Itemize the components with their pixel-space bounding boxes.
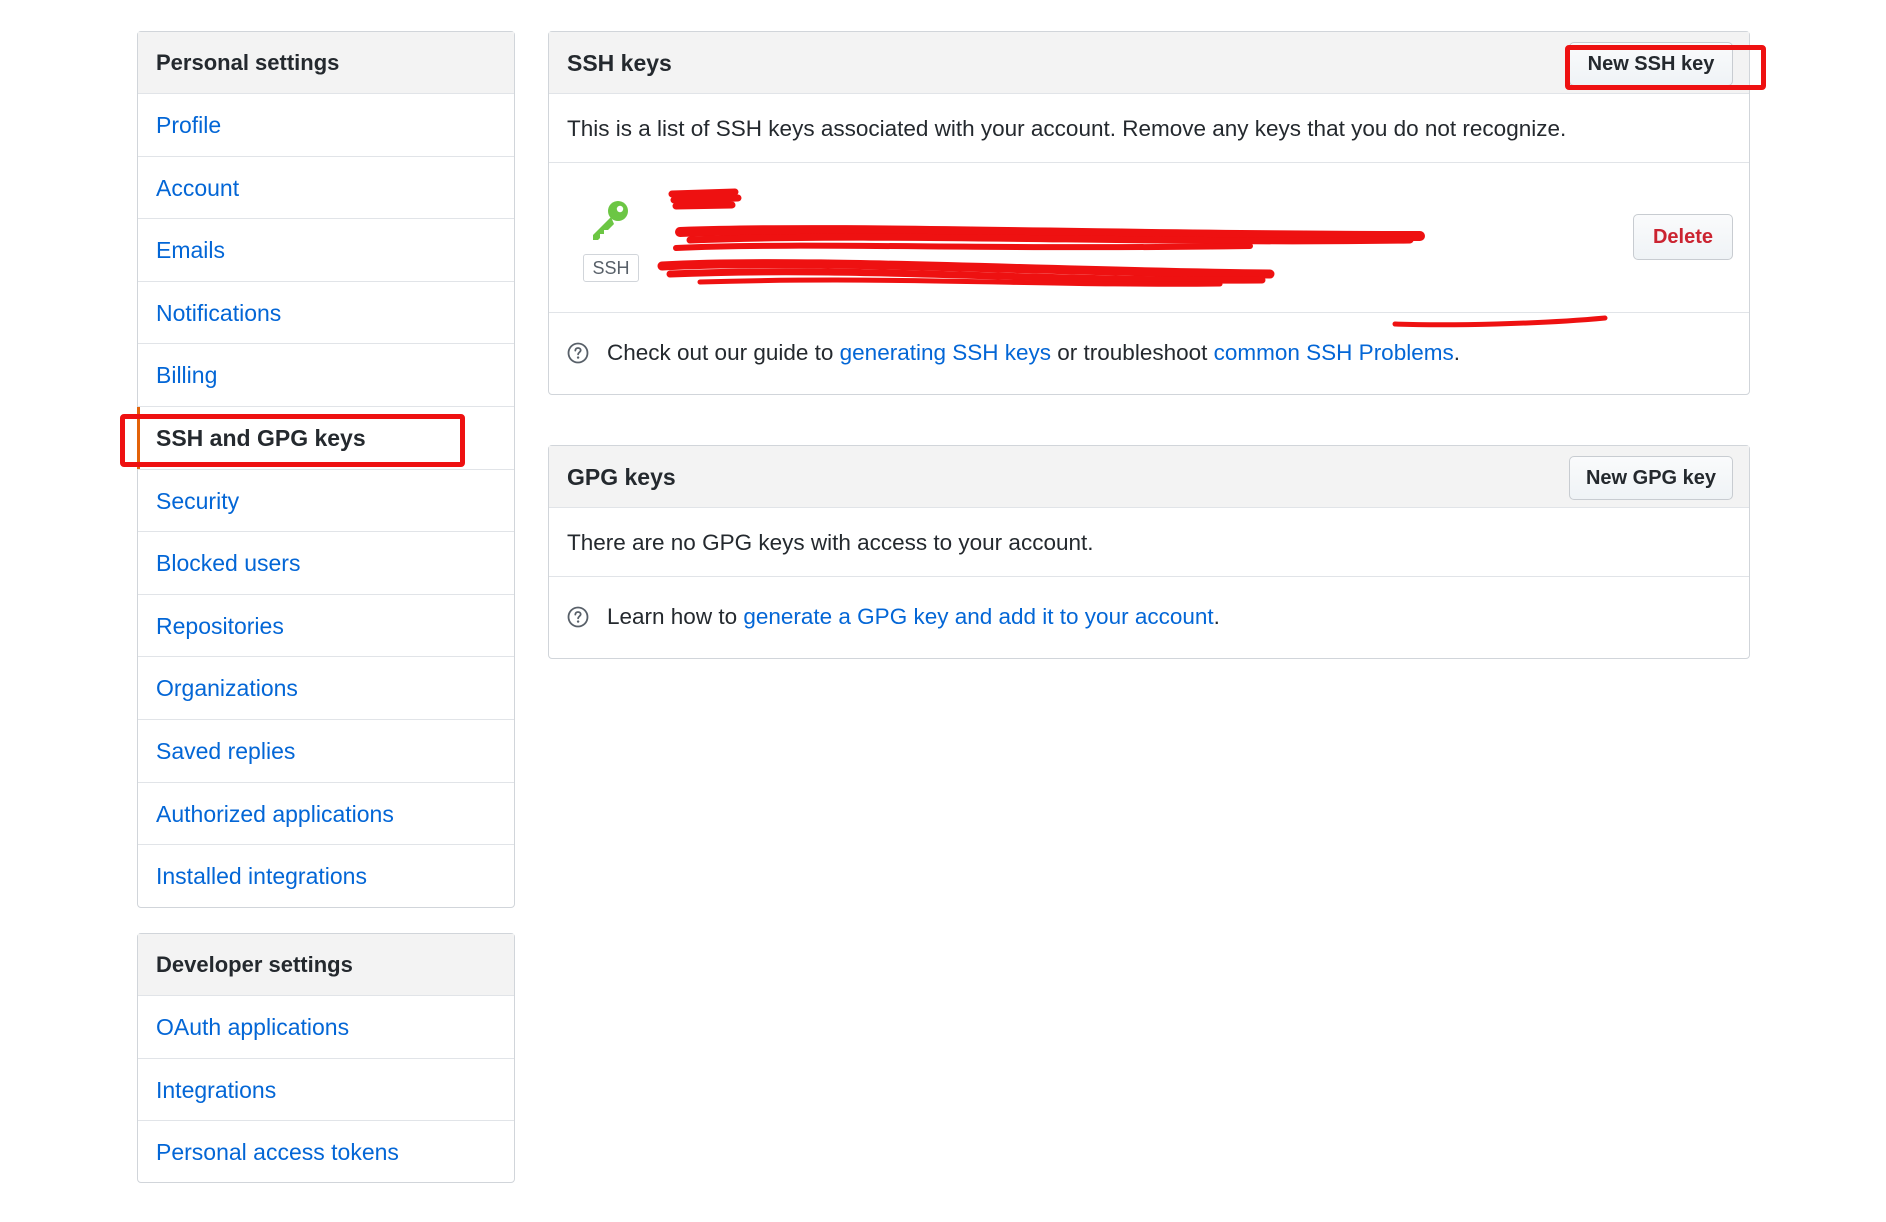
gpg-keys-help-row: Learn how to generate a GPG key and add … bbox=[549, 577, 1749, 658]
ssh-help-prefix: Check out our guide to bbox=[607, 340, 840, 365]
personal-settings-heading: Personal settings bbox=[138, 32, 514, 94]
ssh-keys-intro-text: This is a list of SSH keys associated wi… bbox=[567, 116, 1567, 141]
key-icon bbox=[593, 201, 628, 240]
common-ssh-problems-link[interactable]: common SSH Problems bbox=[1214, 340, 1454, 365]
generate-gpg-key-link[interactable]: generate a GPG key and add it to your ac… bbox=[743, 604, 1213, 629]
ssh-keys-title: SSH keys bbox=[567, 50, 672, 76]
sidebar-item-repositories[interactable]: Repositories bbox=[138, 595, 514, 658]
developer-settings-heading: Developer settings bbox=[138, 934, 514, 996]
ssh-help-middle: or troubleshoot bbox=[1051, 340, 1214, 365]
gpg-keys-panel: GPG keys New GPG key There are no GPG ke… bbox=[548, 445, 1750, 659]
sidebar-item-personal-access-tokens[interactable]: Personal access tokens bbox=[138, 1121, 514, 1184]
generating-ssh-keys-link[interactable]: generating SSH keys bbox=[840, 340, 1051, 365]
sidebar-item-installed-integrations[interactable]: Installed integrations bbox=[138, 845, 514, 908]
gpg-keys-help-text: Learn how to generate a GPG key and add … bbox=[567, 577, 1220, 657]
sidebar-item-blocked-users[interactable]: Blocked users bbox=[138, 532, 514, 595]
new-ssh-key-button[interactable]: New SSH key bbox=[1569, 42, 1733, 86]
ssh-help-suffix: . bbox=[1453, 340, 1460, 365]
ssh-keys-help-text: Check out our guide to generating SSH ke… bbox=[567, 313, 1460, 393]
gpg-keys-empty-row: There are no GPG keys with access to you… bbox=[549, 508, 1749, 577]
gpg-help-suffix: . bbox=[1213, 604, 1220, 629]
sidebar-item-security[interactable]: Security bbox=[138, 470, 514, 533]
sidebar-item-saved-replies[interactable]: Saved replies bbox=[138, 720, 514, 783]
sidebar-item-billing[interactable]: Billing bbox=[138, 344, 514, 407]
delete-ssh-key-button[interactable]: Delete bbox=[1633, 214, 1733, 260]
personal-settings-menu: Personal settings Profile Account Emails… bbox=[137, 31, 515, 908]
new-gpg-key-button[interactable]: New GPG key bbox=[1569, 456, 1733, 500]
ssh-keys-help-row: Check out our guide to generating SSH ke… bbox=[549, 313, 1749, 393]
sidebar-item-ssh-and-gpg-keys[interactable]: SSH and GPG keys bbox=[137, 406, 514, 470]
sidebar-item-emails[interactable]: Emails bbox=[138, 219, 514, 282]
ssh-keys-panel: SSH keys New SSH key This is a list of S… bbox=[548, 31, 1750, 395]
sidebar-item-profile[interactable]: Profile bbox=[138, 94, 514, 157]
ssh-keys-intro-row: This is a list of SSH keys associated wi… bbox=[549, 94, 1749, 163]
sidebar-item-integrations[interactable]: Integrations bbox=[138, 1059, 514, 1122]
ssh-keys-header: SSH keys New SSH key bbox=[549, 32, 1749, 94]
ssh-key-type-badge: SSH bbox=[583, 254, 639, 282]
sidebar-item-authorized-applications[interactable]: Authorized applications bbox=[138, 783, 514, 846]
gpg-keys-empty-text: There are no GPG keys with access to you… bbox=[567, 530, 1094, 555]
gpg-keys-header: GPG keys New GPG key bbox=[549, 446, 1749, 508]
developer-settings-menu: Developer settings OAuth applications In… bbox=[137, 933, 515, 1183]
ssh-key-title: b bbox=[675, 189, 689, 214]
sidebar-item-notifications[interactable]: Notifications bbox=[138, 282, 514, 345]
gpg-keys-title: GPG keys bbox=[567, 464, 676, 490]
sidebar-item-account[interactable]: Account bbox=[138, 157, 514, 220]
ssh-key-row: SSH b Delete bbox=[549, 163, 1749, 313]
gpg-help-prefix: Learn how to bbox=[607, 604, 744, 629]
sidebar-item-oauth-applications[interactable]: OAuth applications bbox=[138, 996, 514, 1059]
sidebar-item-organizations[interactable]: Organizations bbox=[138, 657, 514, 720]
